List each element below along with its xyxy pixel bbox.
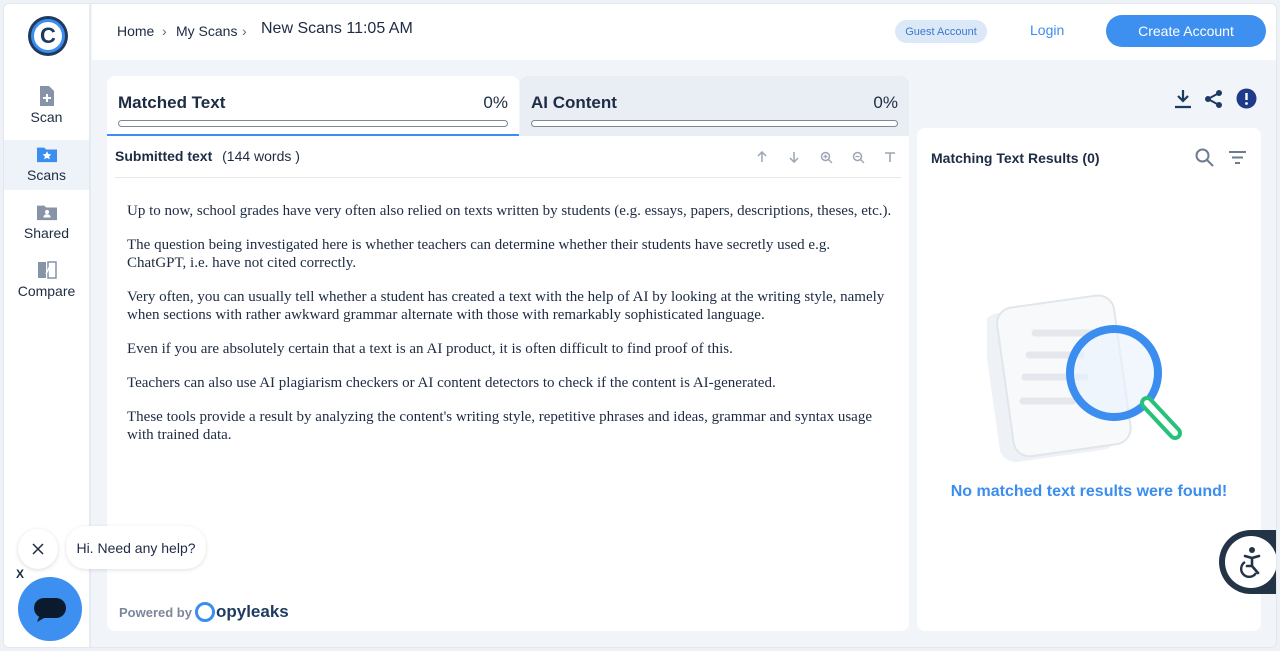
sidebar-item-compare[interactable]: Compare [4, 256, 89, 306]
tab-percent: 0% [873, 93, 898, 112]
tab-ai-content[interactable]: AI Content 0% [520, 76, 909, 136]
copyleaks-brand[interactable]: opyleaks [194, 602, 289, 622]
file-plus-icon [37, 86, 57, 106]
progress-bar [531, 120, 898, 127]
paragraph: These tools provide a result by analyzin… [127, 409, 872, 443]
text-toolbar [753, 148, 899, 166]
chat-icon [34, 598, 66, 622]
filter-icon[interactable] [1228, 148, 1247, 172]
brand-c-icon [194, 602, 215, 622]
accessibility-button[interactable] [1219, 530, 1276, 594]
paragraph: Even if you are absolutely certain that … [127, 341, 733, 357]
submitted-text-body: Up to now, school grades have very often… [127, 202, 892, 460]
submitted-header: Submitted text (144 words ) [115, 148, 300, 164]
guest-account-badge: Guest Account [895, 20, 987, 43]
sidebar-item-label: Compare [17, 283, 76, 299]
sidebar-item-scan[interactable]: Scan [4, 82, 89, 132]
logo-c-icon: C [31, 19, 65, 53]
share-icon[interactable] [1204, 89, 1224, 114]
compare-icon [37, 260, 57, 280]
word-count: (144 words ) [222, 148, 300, 164]
folder-user-icon [36, 202, 57, 222]
arrow-up-icon[interactable] [753, 148, 771, 166]
submitted-text-panel: Submitted text (144 words ) Up to now, s… [107, 136, 909, 631]
tab-label: Matched Text [118, 93, 226, 112]
alert-info-icon[interactable] [1236, 88, 1257, 114]
no-results-illustration [983, 293, 1192, 463]
arrow-down-icon[interactable] [785, 148, 803, 166]
chat-launcher-button[interactable] [18, 577, 82, 641]
paragraph: The question being investigated here is … [127, 237, 831, 271]
submitted-label: Submitted text [115, 148, 213, 164]
sidebar-item-label: Scan [30, 109, 63, 125]
paragraph: Up to now, school grades have very often… [127, 203, 892, 219]
folder-star-icon [36, 144, 57, 164]
sidebar-item-label: Scans [27, 167, 66, 183]
breadcrumb-home[interactable]: Home [117, 23, 154, 39]
close-icon [32, 543, 44, 555]
tab-label: AI Content [531, 93, 617, 112]
text-format-icon[interactable] [881, 148, 899, 166]
download-icon[interactable] [1174, 89, 1192, 114]
matching-results-panel: Matching Text Results (0) No matched tex… [917, 128, 1261, 631]
breadcrumb-my-scans[interactable]: My Scans [176, 23, 237, 39]
results-title: Matching Text Results (0) [931, 150, 1100, 166]
results-toolbar [1195, 148, 1247, 172]
paragraph: Very often, you can usually tell whether… [127, 289, 885, 323]
accessibility-icon [1225, 536, 1276, 588]
powered-by-label: Powered by [119, 604, 192, 620]
paragraph: Teachers can also use AI plagiarism chec… [127, 375, 776, 391]
tab-matched-text[interactable]: Matched Text 0% [107, 76, 519, 136]
report-actions [1174, 88, 1257, 114]
sidebar-item-label: Shared [23, 225, 70, 241]
create-account-button[interactable]: Create Account [1106, 15, 1266, 47]
chat-close-button[interactable] [18, 529, 58, 569]
app-window: C Scan Scans Shared Compare Home › My Sc… [3, 3, 1277, 648]
result-tabs: Matched Text 0% AI Content 0% [107, 76, 909, 136]
copyleaks-logo[interactable]: C [28, 16, 68, 56]
divider [115, 177, 901, 178]
chat-dismiss[interactable]: X [16, 567, 24, 581]
login-link[interactable]: Login [1030, 22, 1064, 38]
header: Home › My Scans › New Scans 11:05 AM Gue… [92, 4, 1276, 60]
chat-greeting-bubble[interactable]: Hi. Need any help? [66, 526, 206, 569]
chevron-right-icon: › [242, 23, 247, 39]
search-icon[interactable] [1195, 148, 1214, 172]
powered-by: Powered by opyleaks [119, 602, 289, 622]
progress-bar [118, 120, 508, 127]
sidebar-item-shared[interactable]: Shared [4, 198, 89, 248]
zoom-in-icon[interactable] [817, 148, 835, 166]
chevron-right-icon: › [162, 23, 167, 39]
no-results-message: No matched text results were found! [950, 483, 1228, 500]
sidebar-item-scans[interactable]: Scans [4, 140, 89, 190]
zoom-out-icon[interactable] [849, 148, 867, 166]
tab-percent: 0% [483, 93, 508, 112]
brand-text: opyleaks [215, 602, 289, 621]
page-title: New Scans 11:05 AM [261, 20, 413, 37]
